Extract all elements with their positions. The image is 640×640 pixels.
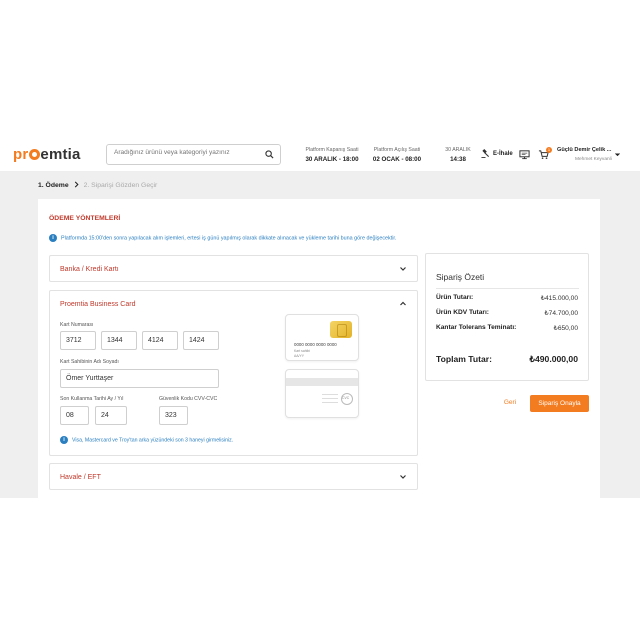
card-number-part-1[interactable]: 3712 <box>60 331 96 350</box>
user-name: Mehmet Keyvanli <box>575 157 612 162</box>
card-number-part-3[interactable]: 4124 <box>142 331 178 350</box>
breadcrumb-step-review: 2. Siparişi Gözden Geçir <box>83 182 158 189</box>
summary-total: Toplam Tutar: ₺490.000,00 <box>436 354 578 364</box>
search-icon[interactable] <box>265 150 274 159</box>
card-preview-back: CVC <box>285 369 359 418</box>
logo[interactable]: pr emtia <box>13 146 81 163</box>
auction-label: E-İhale <box>493 151 513 158</box>
info-icon: i <box>60 436 68 444</box>
platform-close-time: Platform Kapanış Saati 30 ARALIK - 18:00 <box>300 146 364 164</box>
card-preview-front: 0000 0000 0000 0000 Kart sahibi AA/YY <box>285 314 359 361</box>
e-auction-link[interactable]: E-İhale <box>481 149 513 158</box>
info-text: Platformda 15:00'den sonra yapılacak alı… <box>61 235 397 242</box>
business-card-label[interactable]: Proemtia Business Card <box>60 301 135 308</box>
expiry-year-field[interactable]: 24 <box>95 406 127 425</box>
platform-open-label: Platform Açılış Saati <box>373 147 421 153</box>
info-banner: i Platformda 15:00'den sonra yapılacak al… <box>49 234 396 242</box>
expiry-label: Son Kullanma Tarihi Ay / Yıl <box>60 396 124 402</box>
card-preview-expiry: AA/YY <box>294 354 304 358</box>
card-holder-field[interactable]: Ömer Yurttaşer <box>60 369 219 388</box>
chevron-down-icon <box>400 475 406 479</box>
gavel-icon <box>481 149 490 158</box>
card-number-part-4[interactable]: 1424 <box>183 331 219 350</box>
eft-label: Havale / EFT <box>60 474 101 481</box>
page: premtia Platform Kapanış Saati 30 ARALIK… <box>0 0 640 640</box>
card-chip-icon <box>330 321 352 338</box>
logo-mark-icon <box>28 149 40 160</box>
accordion-eft[interactable]: Havale / EFT <box>49 463 418 490</box>
platform-close-value: 30 ARALIK - 18:00 <box>305 156 359 163</box>
payment-methods-title: ÖDEME YÖNTEMLERİ <box>49 215 121 222</box>
clock-date: 30 ARALIK <box>445 147 471 153</box>
card-preview-name: Kart sahibi <box>294 349 311 353</box>
bank-card-label: Banka / Kredi Kartı <box>60 266 119 273</box>
summary-divider <box>436 288 579 289</box>
summary-row-value: ₺415.000,00 <box>540 295 578 302</box>
chevron-right-icon <box>74 181 79 188</box>
logo-suffix: emtia <box>40 146 81 163</box>
user-menu[interactable]: Güçlü Demir Çelik ... Mehmet Keyvanli <box>557 146 612 164</box>
summary-title: Sipariş Özeti <box>436 272 485 282</box>
cvc-label: Güvenlik Kodu CVV-CVC <box>159 396 218 402</box>
back-button[interactable]: Geri <box>497 395 523 411</box>
breadcrumb: 1. Ödeme 2. Siparişi Gözden Geçir <box>38 181 157 189</box>
confirm-order-button[interactable]: Sipariş Onayla <box>530 395 589 412</box>
current-clock: 30 ARALIK 14:38 <box>440 146 476 164</box>
logo-prefix: pr <box>13 146 29 163</box>
chevron-up-icon[interactable] <box>399 300 407 308</box>
chevron-down-icon <box>400 267 406 271</box>
breadcrumb-step-payment[interactable]: 1. Ödeme <box>38 182 69 189</box>
card-number-part-2[interactable]: 1344 <box>101 331 137 350</box>
card-preview-number: 0000 0000 0000 0000 <box>294 342 337 347</box>
total-label: Toplam Tutar: <box>436 354 493 364</box>
chevron-down-icon[interactable] <box>614 151 621 158</box>
cvc-note: i Visa, Mastercard ve Troy'tan arka yüzün… <box>60 436 233 444</box>
search-box <box>106 144 281 165</box>
monitor-icon[interactable] <box>519 149 530 160</box>
summary-row-value: ₺74.700,00 <box>544 310 578 317</box>
info-icon: i <box>49 234 57 242</box>
accordion-bank-card[interactable]: Banka / Kredi Kartı <box>49 255 418 282</box>
platform-close-label: Platform Kapanış Saati <box>305 147 359 153</box>
platform-open-value: 02 OCAK - 08:00 <box>372 156 422 163</box>
cart-count-badge: 1 <box>546 147 552 153</box>
search-input[interactable] <box>114 149 262 156</box>
cvc-field[interactable]: 323 <box>159 406 188 425</box>
summary-row-label: Ürün Tutarı: <box>436 294 474 301</box>
expiry-month-field[interactable]: 08 <box>60 406 89 425</box>
summary-row-label: Kantar Tolerans Teminatı: <box>436 324 517 331</box>
total-value: ₺490.000,00 <box>529 354 578 364</box>
cvc-note-text: Visa, Mastercard ve Troy'tan arka yüzünd… <box>72 437 234 444</box>
signature-strip <box>322 394 338 406</box>
top-header: premtia Platform Kapanış Saati 30 ARALIK… <box>0 139 640 172</box>
user-company: Güçlü Demir Çelik ... <box>557 147 612 153</box>
summary-row-label: Ürün KDV Tutarı: <box>436 309 489 316</box>
summary-row-value: ₺650,00 <box>553 325 578 332</box>
card-preview-cvc-text: CVC <box>342 396 350 400</box>
platform-open-time: Platform Açılış Saati 02 OCAK - 08:00 <box>366 146 428 164</box>
magnetic-stripe <box>286 378 358 386</box>
card-number-label: Kart Numarası <box>60 322 94 328</box>
card-holder-label: Kart Sahibinin Adı Soyadı <box>60 359 119 365</box>
clock-time: 14:38 <box>450 156 466 163</box>
